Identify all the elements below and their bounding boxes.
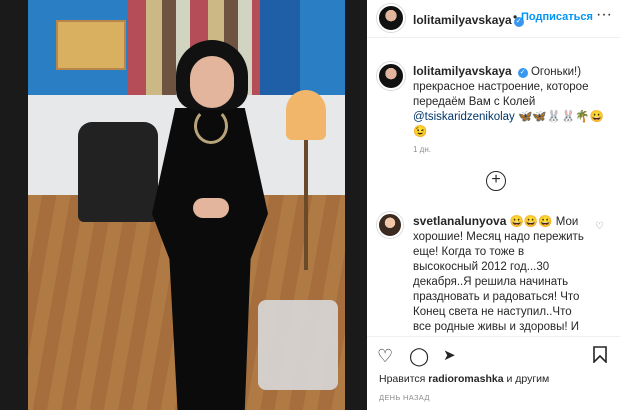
woman-face <box>190 56 234 108</box>
lamp-pole <box>304 140 308 270</box>
comment: svetlanalunyova 😀😀😀 Мои хорошие! Месяц н… <box>413 214 591 334</box>
verified-icon: ✓ <box>517 68 528 78</box>
right-gutter <box>345 0 367 410</box>
like-icon[interactable]: ♡ <box>377 346 393 366</box>
lamp <box>286 90 326 140</box>
post-caption: lolitamilyavskaya ✓ Огоньки!) прекрасное … <box>413 64 609 140</box>
author-avatar[interactable] <box>377 4 405 32</box>
poster <box>56 20 126 70</box>
likes-summary[interactable]: Нравится radioromashka и другим <box>379 373 549 385</box>
caption-mention[interactable]: @tsiskaridzenikolay <box>413 111 515 123</box>
comment-text: 😀😀😀 Мои хорошие! Месяц надо пережить еще… <box>413 216 584 333</box>
save-icon[interactable] <box>593 346 607 369</box>
post-video[interactable] <box>28 0 345 410</box>
comment-username[interactable]: svetlanalunyova <box>413 214 506 228</box>
load-more-comments-icon[interactable]: + <box>486 171 506 191</box>
more-options-icon[interactable]: ··· <box>596 6 612 24</box>
caption-username[interactable]: lolitamilyavskaya <box>413 64 512 78</box>
share-icon[interactable]: ➤ <box>443 346 456 366</box>
action-bar: ♡ ◯ ➤ <box>367 336 620 374</box>
left-gutter <box>0 0 28 410</box>
hands <box>193 198 229 218</box>
dot-separator: • <box>513 10 518 24</box>
username[interactable]: lolitamilyavskaya <box>413 13 512 27</box>
likes-user[interactable]: radioromashka <box>428 373 503 385</box>
likes-prefix: Нравится <box>379 373 426 385</box>
bag <box>258 300 338 390</box>
caption-avatar[interactable] <box>377 62 405 90</box>
post-date[interactable]: ДЕНЬ НАЗАД <box>379 393 430 402</box>
follow-button[interactable]: Подписаться <box>521 11 593 23</box>
comment-icon[interactable]: ◯ <box>409 346 429 366</box>
likes-suffix[interactable]: и другим <box>506 373 549 385</box>
chair <box>78 122 158 222</box>
comment-like-icon[interactable]: ♡ <box>595 221 604 232</box>
caption-time[interactable]: 1 дн. <box>413 145 431 154</box>
commenter-avatar[interactable] <box>377 212 403 238</box>
post-panel: lolitamilyavskaya ✓ • Подписаться ··· lol… <box>367 0 620 410</box>
header-username[interactable]: lolitamilyavskaya ✓ <box>413 11 524 29</box>
necklace <box>194 108 228 144</box>
post-header: lolitamilyavskaya ✓ • Подписаться ··· <box>367 0 620 38</box>
